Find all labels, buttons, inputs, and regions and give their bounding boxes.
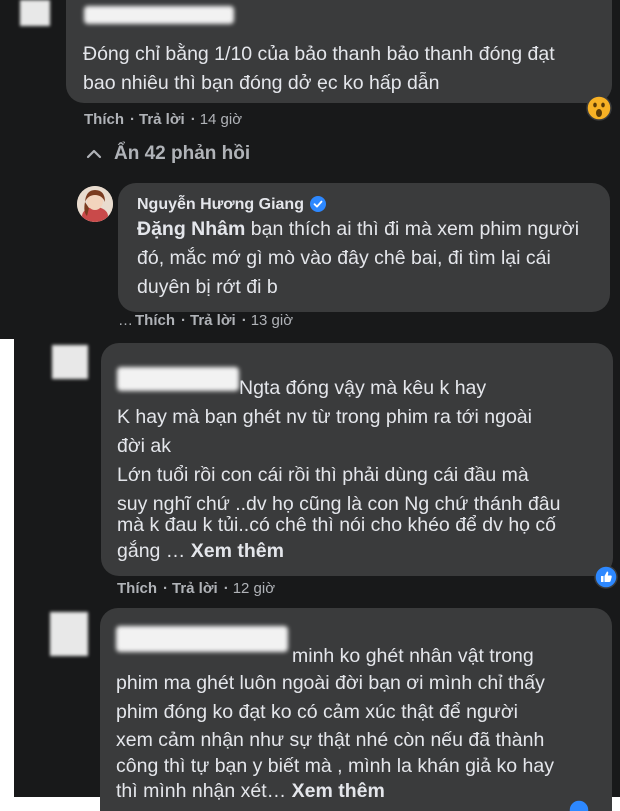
comment-text: Đóng chỉ bằng 1/10 của bảo thanh bảo tha…	[83, 43, 555, 65]
see-more-link[interactable]: Xem thêm	[191, 540, 284, 562]
comment-text: đời ak	[117, 435, 171, 457]
comment-text: mà k đau k tủi..có chê thì nói cho khéo …	[117, 514, 557, 536]
ellipsis-text: …	[118, 312, 133, 329]
mention-link[interactable]: Đặng Nhâm	[137, 218, 245, 240]
timestamp[interactable]: 12 giờ	[233, 580, 275, 597]
like-button[interactable]: Thích	[117, 580, 157, 597]
verified-badge-icon	[310, 196, 327, 217]
comment-text: xem cảm nhận như sự thật nhé còn nếu đã …	[116, 729, 545, 751]
like-reaction-icon	[594, 565, 618, 594]
comment-bubble: Đóng chỉ bằng 1/10 của bảo thanh bảo tha…	[66, 0, 612, 103]
comment-bubble: Ngta đóng vậy mà kêu k hay K hay mà bạn …	[101, 343, 613, 576]
comment-text: Ngta đóng vậy mà kêu k hay	[239, 377, 487, 399]
hide-replies-label: Ẩn 42 phản hồi	[114, 143, 251, 164]
author-name[interactable]	[84, 6, 234, 24]
comment-text: Lớn tuổi rồi con cái rồi thì phải dùng c…	[117, 464, 529, 486]
comment-text-last: thì mình nhận xét…	[116, 780, 287, 802]
author-name[interactable]	[117, 367, 239, 391]
avatar[interactable]	[77, 186, 113, 222]
avatar[interactable]	[50, 612, 88, 656]
author-name-text: Nguyễn Hương Giang	[137, 196, 304, 213]
comment-text: K hay mà bạn ghét nv từ trong phim ra tớ…	[117, 406, 532, 428]
comment-actions: Thích · Trả lời · 14 giờ	[84, 111, 243, 128]
chevron-up-icon	[86, 146, 102, 167]
reply-button[interactable]: Trả lời	[139, 111, 185, 128]
wow-reaction-icon[interactable]	[586, 95, 612, 121]
comment-actions: … Thích · Trả lời · 13 giờ	[118, 312, 294, 329]
timestamp[interactable]: 14 giờ	[200, 111, 242, 128]
comment-text: đó, mắc mớ gì mò vào đây chê bai, đi tìm…	[137, 247, 551, 269]
comment-text-rest: bạn thích ai thì đi mà xem phim người	[245, 218, 580, 240]
comment-text: phim đóng ko đạt ko có cảm xúc thật để n…	[116, 701, 518, 723]
comment-text: thì mình nhận xét… Xem thêm	[116, 777, 385, 806]
avatar[interactable]	[20, 0, 50, 26]
author-name[interactable]: Nguyễn Hương Giang	[137, 196, 327, 217]
author-name[interactable]	[116, 626, 288, 652]
page-margin-left	[0, 339, 14, 811]
comment-text: gắng … Xem thêm	[117, 537, 284, 566]
avatar[interactable]	[52, 345, 88, 379]
reply-button[interactable]: Trả lời	[190, 312, 236, 329]
like-button[interactable]: Thích	[84, 111, 124, 128]
reply-button[interactable]: Trả lời	[172, 580, 218, 597]
comment-text-last: gắng …	[117, 540, 186, 562]
comment-text: duyên bị rớt đi b	[137, 276, 278, 298]
like-button[interactable]: Thích	[135, 312, 175, 329]
see-more-link[interactable]: Xem thêm	[292, 780, 385, 802]
comment-text: phim ma ghét luôn ngoài đời bạn ơi mình …	[116, 672, 545, 694]
comment-bubble: minh ko ghét nhân vật trong phim ma ghét…	[100, 608, 612, 811]
comment-text: minh ko ghét nhân vật trong	[292, 645, 534, 667]
comment-text: bao nhiêu thì bạn đóng dở ẹc ko hấp dẫn	[83, 72, 440, 94]
timestamp[interactable]: 13 giờ	[251, 312, 293, 329]
comment-text: Đặng Nhâm bạn thích ai thì đi mà xem phi…	[137, 215, 579, 244]
comment-actions: Thích · Trả lời · 12 giờ	[117, 580, 276, 597]
reaction-icon[interactable]	[568, 799, 590, 811]
comment-bubble: Nguyễn Hương Giang Đặng Nhâm bạn thích a…	[118, 183, 610, 312]
